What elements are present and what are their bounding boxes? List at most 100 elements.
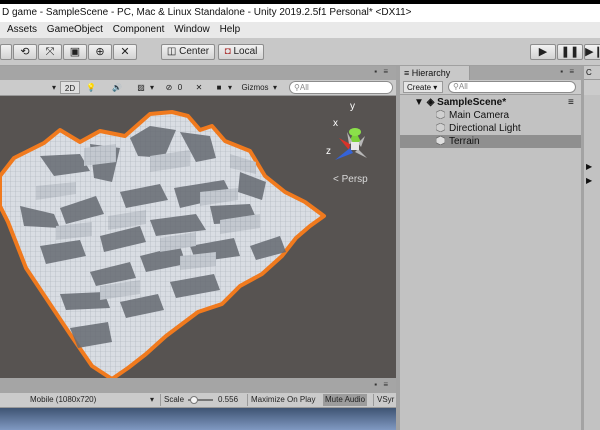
play-button[interactable]: ▶ xyxy=(530,44,556,60)
effects-icon[interactable]: ▨ xyxy=(134,81,148,94)
play-icon: ▶ xyxy=(538,46,548,58)
gameobject-icon xyxy=(436,110,445,119)
scene-search-placeholder: All xyxy=(299,83,309,92)
camera-settings-icon[interactable]: ■ xyxy=(212,81,226,94)
unity-scene-icon: ◈ xyxy=(426,97,435,108)
scene-toolbar: ▾ 2D 💡 🔊 ▨ ▾ ⊘ 0 ✕ ■ ▾ Gizmos ▾ ⚲All xyxy=(0,80,396,96)
custom-tool-button[interactable]: ✕ xyxy=(113,44,137,60)
audio-toggle-icon[interactable]: 🔊 xyxy=(110,81,124,94)
menu-help[interactable]: Help xyxy=(220,22,241,38)
hierarchy-toolbar: Create ▾ ⚲All xyxy=(400,80,581,95)
menu-assets[interactable]: Assets xyxy=(7,22,37,38)
scale-icon: ⤧ xyxy=(45,46,55,58)
gizmo-y-label: y xyxy=(350,101,355,112)
hierarchy-item-main-camera[interactable]: Main Camera xyxy=(400,109,581,122)
resolution-dropdown[interactable]: Mobile (1080x720) xyxy=(30,394,96,406)
grid-toggle-icon[interactable]: ✕ xyxy=(192,81,206,94)
scene-root-item[interactable]: ▼ ◈ SampleScene* ≡ xyxy=(400,96,581,109)
main-camera-label: Main Camera xyxy=(449,110,510,121)
directional-light-label: Directional Light xyxy=(449,123,521,134)
gameobject-icon xyxy=(436,136,445,145)
menu-bar: Assets GameObject Component Window Help xyxy=(0,22,600,38)
step-button[interactable]: ▶❙ xyxy=(584,44,600,60)
rotate-tool-button[interactable]: ⟲ xyxy=(13,44,37,60)
hierarchy-search-placeholder: All xyxy=(458,82,468,91)
game-panel-menu-icon[interactable]: ▪ ≡ xyxy=(374,380,390,389)
hierarchy-tab-strip: ≡ Hierarchy ▪ ≡ xyxy=(400,66,581,80)
main-toolbar: ⟲ ⤧ ▣ ⊕ ✕ ◫ Center ◘ Local ▶ ❚❚ ▶❙ xyxy=(0,38,600,66)
pause-button[interactable]: ❚❚ xyxy=(557,44,583,60)
transform-tool-button[interactable]: ⊕ xyxy=(88,44,112,60)
scene-search-input[interactable]: ⚲All xyxy=(289,81,393,94)
scale-label: Scale xyxy=(160,394,184,406)
pause-icon: ❚❚ xyxy=(560,46,580,58)
menu-component[interactable]: Component xyxy=(113,22,165,38)
gizmos-chevron-icon[interactable]: ▾ xyxy=(271,81,279,94)
hierarchy-item-terrain[interactable]: Terrain xyxy=(400,135,581,148)
gameobject-icon xyxy=(436,123,445,132)
scene-menu-icon[interactable]: ≡ xyxy=(568,96,574,109)
scale-tool-button[interactable]: ⤧ xyxy=(38,44,62,60)
gizmo-z-cone xyxy=(335,148,353,160)
expand-arrow-icon[interactable]: ▼ xyxy=(414,97,424,108)
rect-tool-button[interactable]: ▣ xyxy=(63,44,87,60)
hierarchy-search-input[interactable]: ⚲All xyxy=(448,81,576,93)
scale-value: 0.556 xyxy=(218,395,239,404)
hidden-objects-icon[interactable]: ⊘ xyxy=(162,81,176,94)
effects-chevron-icon[interactable]: ▾ xyxy=(148,81,156,94)
pivot-center-button[interactable]: ◫ Center xyxy=(161,44,215,60)
gizmo-x-label: x xyxy=(333,118,338,129)
vsync-toggle[interactable]: VSyr xyxy=(373,394,394,406)
terrain-mesh xyxy=(0,110,326,378)
chevron-down-icon: ▾ xyxy=(433,83,438,92)
resolution-chevron-icon[interactable]: ▾ xyxy=(150,394,154,406)
pivot-local-button[interactable]: ◘ Local xyxy=(218,44,264,60)
inspector-toolbar xyxy=(584,80,600,95)
panel-menu-icon[interactable]: ▪ ≡ xyxy=(374,67,390,76)
pivot-local-label: Local xyxy=(233,46,258,57)
inspector-tab-label: C xyxy=(586,68,592,77)
maximize-on-play-toggle[interactable]: Maximize On Play xyxy=(247,394,315,406)
pivot-center-label: Center xyxy=(179,46,210,57)
lighting-toggle-icon[interactable]: 💡 xyxy=(84,81,98,94)
hierarchy-item-directional-light[interactable]: Directional Light xyxy=(400,122,581,135)
gizmo-z-label: z xyxy=(326,146,331,157)
inspector-panel: C ▶ ▶ xyxy=(584,66,600,430)
step-icon: ▶❙ xyxy=(585,46,600,58)
orientation-gizmo xyxy=(335,128,367,160)
expand-arrow-icon[interactable]: ▶ xyxy=(586,176,592,185)
rect-tool-icon: ▣ xyxy=(69,46,81,58)
scene-viewport[interactable]: y x z < Persp xyxy=(0,96,396,378)
expand-arrow-icon[interactable]: ▶ xyxy=(586,162,592,171)
projection-label[interactable]: < Persp xyxy=(333,174,368,185)
rotate-icon: ⟲ xyxy=(20,46,30,58)
tab-inspector[interactable]: C xyxy=(584,66,600,80)
hierarchy-icon: ≡ xyxy=(404,68,410,78)
menu-gameobject[interactable]: GameObject xyxy=(47,22,103,38)
display-dropdown[interactable] xyxy=(0,394,26,406)
shading-mode-dropdown[interactable] xyxy=(0,81,50,94)
gizmos-dropdown[interactable]: Gizmos xyxy=(240,81,270,94)
terrain-render xyxy=(0,110,367,378)
hidden-count: 0 xyxy=(177,83,183,92)
menu-window[interactable]: Window xyxy=(174,22,210,38)
game-toolbar: Mobile (1080x720) ▾ Scale 0.556 Maximize… xyxy=(0,393,396,408)
mute-audio-toggle[interactable]: Mute Audio xyxy=(323,394,368,406)
tab-hierarchy[interactable]: ≡ Hierarchy xyxy=(400,66,470,80)
scene-name: SampleScene* xyxy=(437,97,507,108)
game-view[interactable] xyxy=(0,408,396,430)
custom-tool-icon: ✕ xyxy=(120,46,130,58)
hierarchy-tab-label: Hierarchy xyxy=(411,68,451,78)
hierarchy-tree: ▼ ◈ SampleScene* ≡ Main Camera Direction… xyxy=(400,95,581,430)
2d-toggle[interactable]: 2D xyxy=(60,81,80,94)
terrain-label: Terrain xyxy=(449,136,480,147)
hand-tool-button[interactable] xyxy=(0,44,12,60)
chevron-down-icon: ▾ xyxy=(51,83,56,92)
transform-icon: ⊕ xyxy=(95,46,105,58)
camera-chevron-icon[interactable]: ▾ xyxy=(226,81,234,94)
create-label: Create xyxy=(407,83,432,92)
hierarchy-menu-icon[interactable]: ▪ ≡ xyxy=(560,67,576,76)
create-dropdown[interactable]: Create ▾ xyxy=(403,81,443,93)
center-icon: ◫ xyxy=(166,46,177,57)
scale-slider-handle[interactable] xyxy=(190,396,198,404)
